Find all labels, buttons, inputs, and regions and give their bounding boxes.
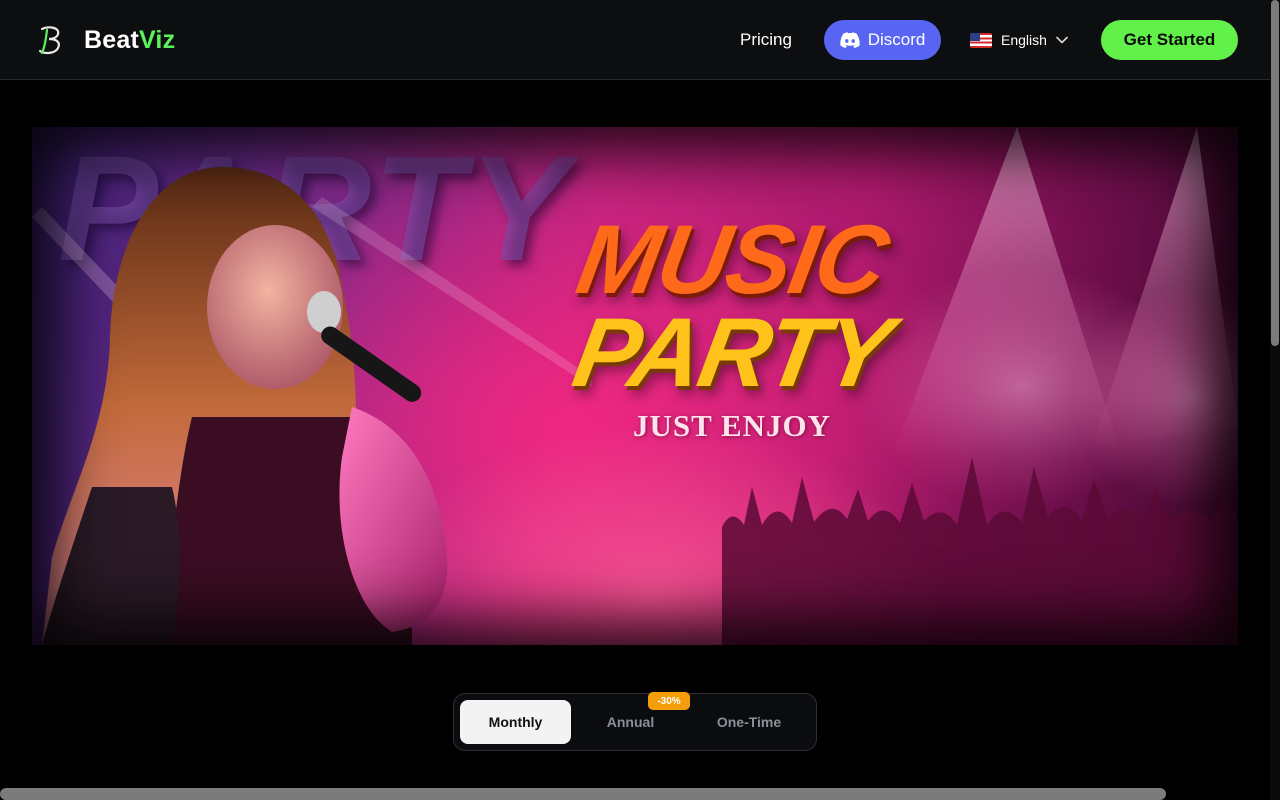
language-selector[interactable]: English xyxy=(970,28,1068,52)
brand-name-part1: Beat xyxy=(84,26,139,54)
nav-link-pricing[interactable]: Pricing xyxy=(740,30,792,50)
brand-name[interactable]: BeatViz xyxy=(84,26,175,55)
discord-icon xyxy=(840,32,860,48)
beatviz-logo-icon[interactable] xyxy=(36,24,66,56)
discord-button-label: Discord xyxy=(867,30,926,49)
hero-banner: PARTY MUSIC PARTY JUST ENJOY xyxy=(32,127,1238,645)
annual-discount-badge: -30% xyxy=(648,692,690,710)
get-started-button[interactable]: Get Started xyxy=(1101,20,1238,60)
vertical-scrollbar[interactable] xyxy=(1270,0,1280,800)
tab-one-time[interactable]: One-Time xyxy=(690,700,808,744)
discord-button[interactable]: Discord xyxy=(824,20,941,60)
brand-name-part2: Viz xyxy=(139,26,176,54)
hero-tagline: JUST ENJOY xyxy=(632,408,832,444)
language-label: English xyxy=(1001,32,1047,48)
chevron-down-icon xyxy=(1056,36,1068,44)
tab-monthly[interactable]: Monthly xyxy=(460,700,571,744)
top-navbar: BeatViz Pricing Discord English Get Star… xyxy=(0,0,1270,80)
hero-title-line1: MUSIC xyxy=(569,204,895,314)
hero-title: MUSIC PARTY JUST ENJOY xyxy=(532,204,932,444)
vertical-scrollbar-thumb[interactable] xyxy=(1271,0,1279,346)
us-flag-icon xyxy=(970,32,992,48)
billing-period-toggle: Monthly Annual One-Time -30% xyxy=(453,692,817,751)
hero-title-line2: PARTY xyxy=(565,297,899,408)
horizontal-scrollbar-thumb[interactable] xyxy=(0,788,1166,800)
horizontal-scrollbar[interactable] xyxy=(0,786,1270,800)
